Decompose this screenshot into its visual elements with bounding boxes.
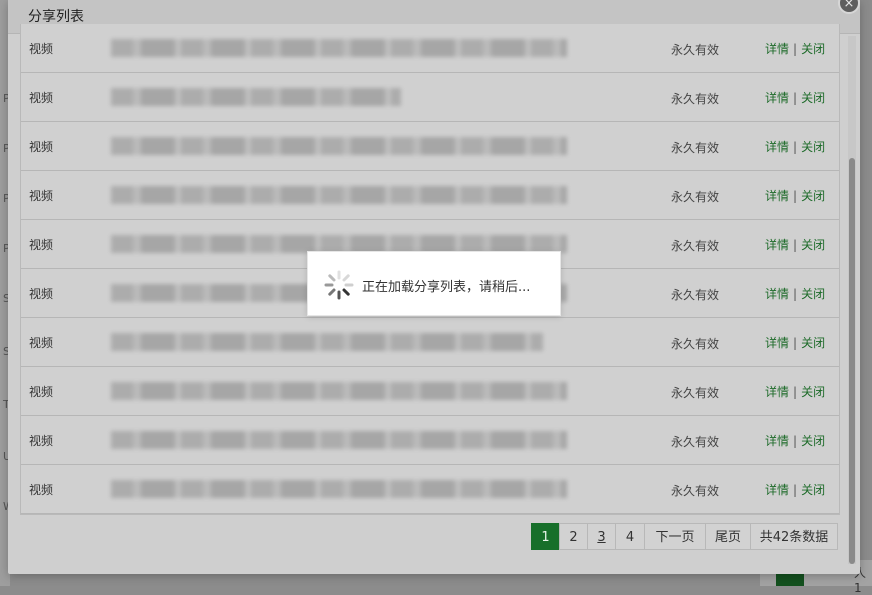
table-row: 视频 永久有效 详情 | 关闭 [21,318,839,367]
row-actions: 详情 | 关闭 [765,40,825,57]
close-share-link[interactable]: 关闭 [801,140,825,154]
blurred-name-cell [111,382,567,400]
blurred-name-cell [111,137,567,155]
type-cell: 视频 [29,91,54,105]
detail-link[interactable]: 详情 [765,238,789,252]
page-2-button[interactable]: 2 [559,523,588,550]
close-share-link[interactable]: 关闭 [801,483,825,497]
close-share-link[interactable]: 关闭 [801,42,825,56]
type-cell: 视频 [29,287,54,301]
row-actions: 详情 | 关闭 [765,334,825,351]
action-separator: | [793,385,798,399]
last-page-button[interactable]: 尾页 [705,523,751,550]
type-cell: 视频 [29,238,54,252]
blurred-name-cell [111,88,401,106]
row-actions: 详情 | 关闭 [765,285,825,302]
type-cell: 视频 [29,140,54,154]
table-row: 视频 永久有效 详情 | 关闭 [21,24,839,73]
type-cell: 视频 [29,483,54,497]
row-actions: 详情 | 关闭 [765,138,825,155]
row-actions: 详情 | 关闭 [765,187,825,204]
action-separator: | [793,140,798,154]
type-cell: 视频 [29,336,54,350]
blurred-name-cell [111,186,567,204]
vertical-scrollbar[interactable] [848,36,856,564]
background-green-button [776,572,804,586]
action-separator: | [793,287,798,301]
total-count: 共42条数据 [750,523,838,550]
detail-link[interactable]: 详情 [765,336,789,350]
blurred-name-cell [111,333,543,351]
table-row: 视频 永久有效 详情 | 关闭 [21,171,839,220]
action-separator: | [793,238,798,252]
expire-cell: 永久有效 [671,43,720,57]
action-separator: | [793,483,798,497]
table-row: 视频 永久有效 详情 | 关闭 [21,73,839,122]
expire-cell: 永久有效 [671,92,720,106]
row-actions: 详情 | 关闭 [765,432,825,449]
detail-link[interactable]: 详情 [765,140,789,154]
action-separator: | [793,189,798,203]
close-share-link[interactable]: 关闭 [801,385,825,399]
row-actions: 详情 | 关闭 [765,236,825,253]
row-actions: 详情 | 关闭 [765,383,825,400]
detail-link[interactable]: 详情 [765,434,789,448]
expire-cell: 永久有效 [671,386,720,400]
blurred-name-cell [111,480,567,498]
table-row: 视频 永久有效 详情 | 关闭 [21,465,839,514]
type-cell: 视频 [29,434,54,448]
type-cell: 视频 [29,42,54,56]
expire-cell: 永久有效 [671,484,720,498]
detail-link[interactable]: 详情 [765,483,789,497]
action-separator: | [793,42,798,56]
loading-toast: 正在加载分享列表，请稍后... [307,251,561,316]
expire-cell: 永久有效 [671,337,720,351]
action-separator: | [793,336,798,350]
row-actions: 详情 | 关闭 [765,481,825,498]
table-row: 视频 永久有效 详情 | 关闭 [21,416,839,465]
blurred-name-cell [111,431,567,449]
table-row: 视频 永久有效 详情 | 关闭 [21,122,839,171]
type-cell: 视频 [29,385,54,399]
page-1-button[interactable]: 1 [531,523,560,550]
next-page-button[interactable]: 下一页 [644,523,706,550]
loading-spinner-icon [324,270,354,300]
close-share-link[interactable]: 关闭 [801,189,825,203]
close-share-link[interactable]: 关闭 [801,287,825,301]
blurred-name-cell [111,39,567,57]
detail-link[interactable]: 详情 [765,91,789,105]
close-share-link[interactable]: 关闭 [801,336,825,350]
detail-link[interactable]: 详情 [765,287,789,301]
pagination: 1 2 3 4 下一页 尾页 共42条数据 [8,523,860,550]
scrollbar-thumb[interactable] [849,158,855,564]
close-share-link[interactable]: 关闭 [801,434,825,448]
expire-cell: 永久有效 [671,435,720,449]
expire-cell: 永久有效 [671,239,720,253]
close-share-link[interactable]: 关闭 [801,238,825,252]
expire-cell: 永久有效 [671,141,720,155]
expire-cell: 永久有效 [671,288,720,302]
close-share-link[interactable]: 关闭 [801,91,825,105]
action-separator: | [793,91,798,105]
detail-link[interactable]: 详情 [765,385,789,399]
page-3-button[interactable]: 3 [587,523,616,550]
expire-cell: 永久有效 [671,190,720,204]
detail-link[interactable]: 详情 [765,42,789,56]
action-separator: | [793,434,798,448]
table-row: 视频 永久有效 详情 | 关闭 [21,367,839,416]
row-actions: 详情 | 关闭 [765,89,825,106]
loading-text: 正在加载分享列表，请稍后... [362,280,531,295]
detail-link[interactable]: 详情 [765,189,789,203]
page-4-button[interactable]: 4 [615,523,645,550]
type-cell: 视频 [29,189,54,203]
